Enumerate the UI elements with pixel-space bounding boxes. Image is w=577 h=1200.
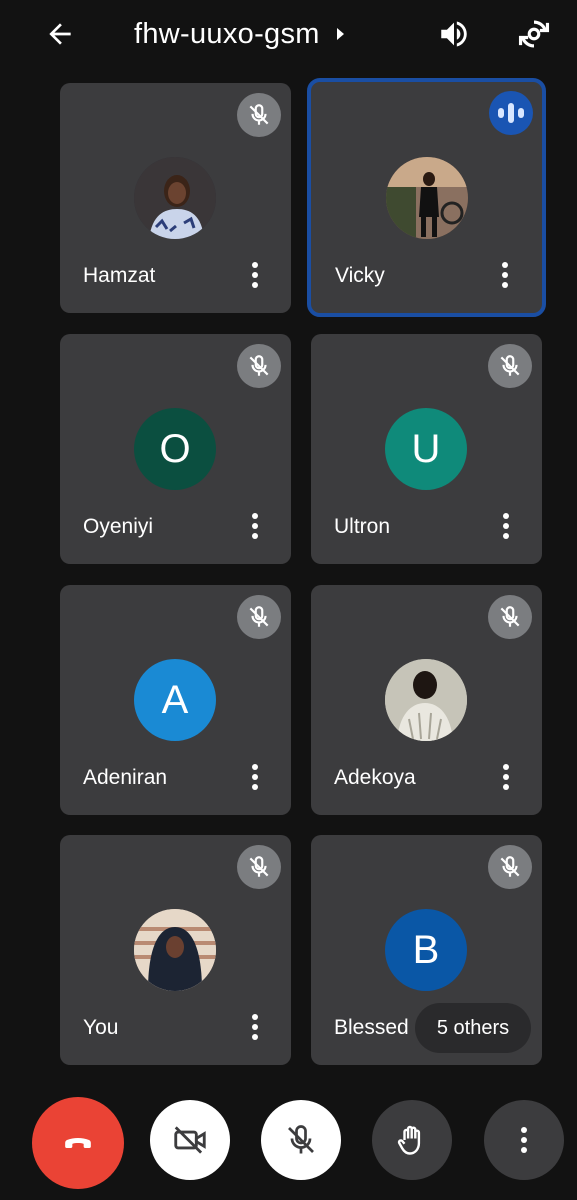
mic-off-icon xyxy=(500,856,520,877)
avatar-initial: O xyxy=(134,408,216,490)
participant-name: Adekoya xyxy=(334,766,416,789)
avatar-initial: U xyxy=(385,408,467,490)
participant-tile-ultron[interactable]: U Ultron xyxy=(311,334,542,564)
end-call-button[interactable] xyxy=(32,1097,124,1189)
camera-off-icon xyxy=(174,1126,206,1154)
more-options-button[interactable] xyxy=(484,1100,564,1180)
mic-off-icon xyxy=(500,355,520,376)
participant-tile-oyeniyi[interactable]: O Oyeniyi xyxy=(60,334,291,564)
person-photo-icon xyxy=(386,157,468,239)
camera-toggle-button[interactable] xyxy=(150,1100,230,1180)
participant-menu-button[interactable] xyxy=(243,510,267,542)
volume-up-icon xyxy=(441,21,467,47)
mic-off-indicator xyxy=(237,595,281,639)
person-photo-icon xyxy=(134,157,216,239)
participant-menu-button[interactable] xyxy=(494,761,518,793)
avatar-photo xyxy=(385,659,467,741)
participant-name: You xyxy=(83,1016,119,1039)
participant-name: Oyeniyi xyxy=(83,515,154,538)
participant-menu-button[interactable] xyxy=(243,761,267,793)
mic-toggle-button[interactable] xyxy=(261,1100,341,1180)
switch-camera-icon xyxy=(518,20,550,48)
participant-tile-hamzat[interactable]: Hamzat xyxy=(60,83,291,313)
speaking-indicator xyxy=(489,91,533,135)
participant-menu-button[interactable] xyxy=(243,259,267,291)
mic-off-icon xyxy=(288,1125,314,1154)
participant-name: Blessed xyxy=(334,1016,409,1039)
participant-tile-you[interactable]: You xyxy=(60,835,291,1065)
mic-off-icon xyxy=(249,856,269,877)
speaker-button[interactable] xyxy=(432,12,476,56)
meeting-code: fhw-uuxo-gsm xyxy=(134,17,320,50)
mic-off-indicator xyxy=(237,845,281,889)
meeting-code-button[interactable]: fhw-uuxo-gsm xyxy=(134,14,346,54)
mic-off-indicator xyxy=(237,93,281,137)
participant-menu-button[interactable] xyxy=(494,510,518,542)
switch-camera-button[interactable] xyxy=(512,12,556,56)
participant-tile-adekoya[interactable]: Adekoya xyxy=(311,585,542,815)
mic-off-indicator xyxy=(237,344,281,388)
raise-hand-button[interactable] xyxy=(372,1100,452,1180)
participant-tile-vicky[interactable]: Vicky xyxy=(307,78,546,317)
avatar-photo xyxy=(134,157,216,239)
end-call-icon xyxy=(65,1138,91,1148)
mic-off-indicator xyxy=(488,344,532,388)
caret-right-icon xyxy=(336,28,344,40)
participant-menu-button[interactable] xyxy=(243,1011,267,1043)
mic-off-indicator xyxy=(488,595,532,639)
avatar-initial: B xyxy=(385,909,467,991)
others-chip[interactable]: 5 others xyxy=(415,1003,531,1053)
person-photo-icon xyxy=(134,909,216,991)
raise-hand-icon xyxy=(397,1125,421,1155)
mic-off-icon xyxy=(500,606,520,627)
person-photo-icon xyxy=(385,659,467,741)
more-vert-icon xyxy=(521,1127,527,1153)
mic-off-icon xyxy=(249,104,269,125)
participant-name: Ultron xyxy=(334,515,391,538)
participant-menu-button[interactable] xyxy=(493,259,517,291)
participant-name: Hamzat xyxy=(83,264,156,287)
avatar-initial: A xyxy=(134,659,216,741)
avatar-photo xyxy=(134,909,216,991)
participant-name: Vicky xyxy=(335,264,385,287)
back-button[interactable] xyxy=(40,14,80,54)
participant-name: Adeniran xyxy=(83,766,168,789)
participant-tile-adeniran[interactable]: A Adeniran xyxy=(60,585,291,815)
avatar-photo xyxy=(386,157,468,239)
mic-off-icon xyxy=(249,606,269,627)
mic-off-icon xyxy=(249,355,269,376)
arrow-left-icon xyxy=(49,23,71,45)
mic-off-indicator xyxy=(488,845,532,889)
top-bar: fhw-uuxo-gsm xyxy=(0,0,577,70)
